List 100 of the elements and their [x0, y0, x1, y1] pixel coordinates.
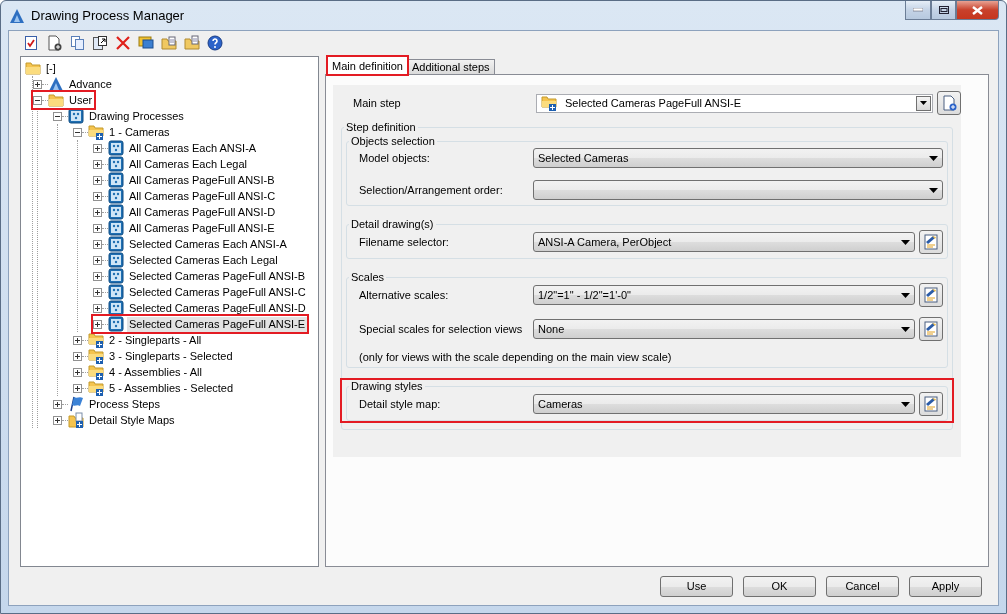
copy-icon[interactable]: [68, 33, 86, 52]
dropdown[interactable]: None: [533, 319, 915, 339]
tree-item[interactable]: All Cameras Each ANSI-A: [127, 140, 259, 156]
plus-icon: [74, 352, 81, 360]
expand-button[interactable]: [93, 191, 102, 201]
group-title: Step definition: [345, 121, 417, 133]
tree-item[interactable]: All Cameras PageFull ANSI-D: [127, 204, 278, 220]
tree-item[interactable]: All Cameras Each Legal: [127, 156, 249, 172]
document-check-icon[interactable]: [22, 33, 40, 52]
tree-item[interactable]: [-]: [44, 60, 58, 76]
tree-item[interactable]: 3 - Singleparts - Selected: [107, 348, 235, 364]
dialog-button[interactable]: Use: [660, 575, 733, 597]
plus-icon: [94, 224, 101, 232]
delete-icon[interactable]: [114, 33, 132, 52]
tab[interactable]: Additional steps: [406, 59, 495, 75]
minimize-icon: [913, 8, 923, 12]
help-icon[interactable]: [206, 33, 224, 52]
expand-button[interactable]: [53, 399, 62, 409]
dropdown[interactable]: ANSI-A Camera, PerObject: [533, 232, 915, 252]
expand-button[interactable]: [93, 143, 102, 153]
folder-plus-icon: [88, 364, 104, 380]
dropdown[interactable]: [533, 180, 943, 200]
plus-icon: [54, 400, 61, 408]
dialog-button[interactable]: Apply: [909, 575, 982, 597]
plus-icon: [74, 336, 81, 344]
document-tool-icon: [922, 233, 940, 251]
tree-item[interactable]: Detail Style Maps: [87, 412, 177, 428]
expand-button[interactable]: [93, 255, 102, 265]
plus-icon: [54, 416, 61, 424]
tree-item[interactable]: Selected Cameras Each ANSI-A: [127, 236, 289, 252]
expand-button[interactable]: [93, 223, 102, 233]
edit-button[interactable]: [919, 283, 943, 307]
collapse-button[interactable]: [53, 111, 62, 121]
caret-icon: [901, 326, 910, 332]
tree-item[interactable]: Advance: [67, 76, 114, 92]
expand-button[interactable]: [73, 367, 82, 377]
expand-button[interactable]: [93, 271, 102, 281]
dropdown-button[interactable]: [916, 95, 931, 111]
tree-item[interactable]: Drawing Processes: [87, 108, 186, 124]
edit-button[interactable]: [919, 392, 943, 416]
monitor-icon[interactable]: [137, 33, 155, 52]
dialog-button[interactable]: OK: [743, 575, 816, 597]
tree-item[interactable]: Selected Cameras PageFull ANSI-B: [127, 268, 308, 284]
maximize-button[interactable]: [931, 1, 956, 20]
tree-item[interactable]: All Cameras PageFull ANSI-E: [127, 220, 277, 236]
dropdown[interactable]: Cameras: [533, 394, 915, 414]
collapse-button[interactable]: [33, 95, 42, 105]
document-plus-icon: [941, 95, 957, 111]
expand-button[interactable]: [73, 383, 82, 393]
tree-item[interactable]: User: [67, 92, 95, 108]
tree-item[interactable]: Selected Cameras Each Legal: [127, 252, 280, 268]
note-text: (only for views with the scale depending on the main view scale): [358, 351, 673, 363]
expand-button[interactable]: [93, 287, 102, 297]
field-label: Main step: [352, 97, 402, 109]
expand-button[interactable]: [73, 335, 82, 345]
add-document-button[interactable]: [937, 91, 961, 115]
folder-plus-icon: [88, 348, 104, 364]
tree-item[interactable]: All Cameras PageFull ANSI-C: [127, 188, 278, 204]
plus-icon: [94, 272, 101, 280]
process-icon: [108, 220, 124, 236]
dropdown[interactable]: Selected Cameras PageFull ANSI-E: [536, 93, 933, 113]
expand-button[interactable]: [93, 319, 102, 329]
collapse-button[interactable]: [73, 127, 82, 137]
caret-icon: [901, 292, 910, 298]
document-plus-icon[interactable]: [45, 33, 63, 52]
tab[interactable]: Main definition: [327, 56, 408, 75]
expand-button[interactable]: [93, 303, 102, 313]
expand-button[interactable]: [93, 159, 102, 169]
caret-icon: [929, 155, 938, 161]
tree-item[interactable]: 5 - Assemblies - Selected: [107, 380, 236, 396]
edit-button[interactable]: [919, 230, 943, 254]
close-button[interactable]: [956, 1, 999, 20]
tree-item[interactable]: Selected Cameras PageFull ANSI-E: [127, 316, 308, 332]
tree-item[interactable]: Process Steps: [87, 396, 162, 412]
tree-item[interactable]: 4 - Assemblies - All: [107, 364, 204, 380]
tree-item[interactable]: Selected Cameras PageFull ANSI-C: [127, 284, 308, 300]
edit-button[interactable]: [919, 317, 943, 341]
minimize-button[interactable]: [905, 1, 931, 20]
expand-button[interactable]: [93, 239, 102, 249]
dropdown[interactable]: Selected Cameras: [533, 148, 943, 168]
process-icon: [108, 188, 124, 204]
tree-item[interactable]: 2 - Singleparts - All: [107, 332, 204, 348]
folder-document-icon: [68, 412, 84, 428]
expand-button[interactable]: [33, 79, 42, 89]
expand-button[interactable]: [53, 415, 62, 425]
expand-button[interactable]: [93, 207, 102, 217]
tree-item[interactable]: 1 - Cameras: [107, 124, 172, 140]
expand-button[interactable]: [93, 175, 102, 185]
folder-icon[interactable]: [160, 33, 178, 52]
tree-item[interactable]: Selected Cameras PageFull ANSI-D: [127, 300, 308, 316]
plus-icon: [94, 208, 101, 216]
process-icon: [108, 204, 124, 220]
dropdown[interactable]: 1/2"=1" - 1/2"=1'-0": [533, 285, 915, 305]
expand-button[interactable]: [73, 351, 82, 361]
tree-item[interactable]: All Cameras PageFull ANSI-B: [127, 172, 277, 188]
process-icon: [108, 284, 124, 300]
folder-icon[interactable]: [183, 33, 201, 52]
plus-icon: [94, 176, 101, 184]
paste-icon[interactable]: [91, 33, 109, 52]
dialog-button[interactable]: Cancel: [826, 575, 899, 597]
